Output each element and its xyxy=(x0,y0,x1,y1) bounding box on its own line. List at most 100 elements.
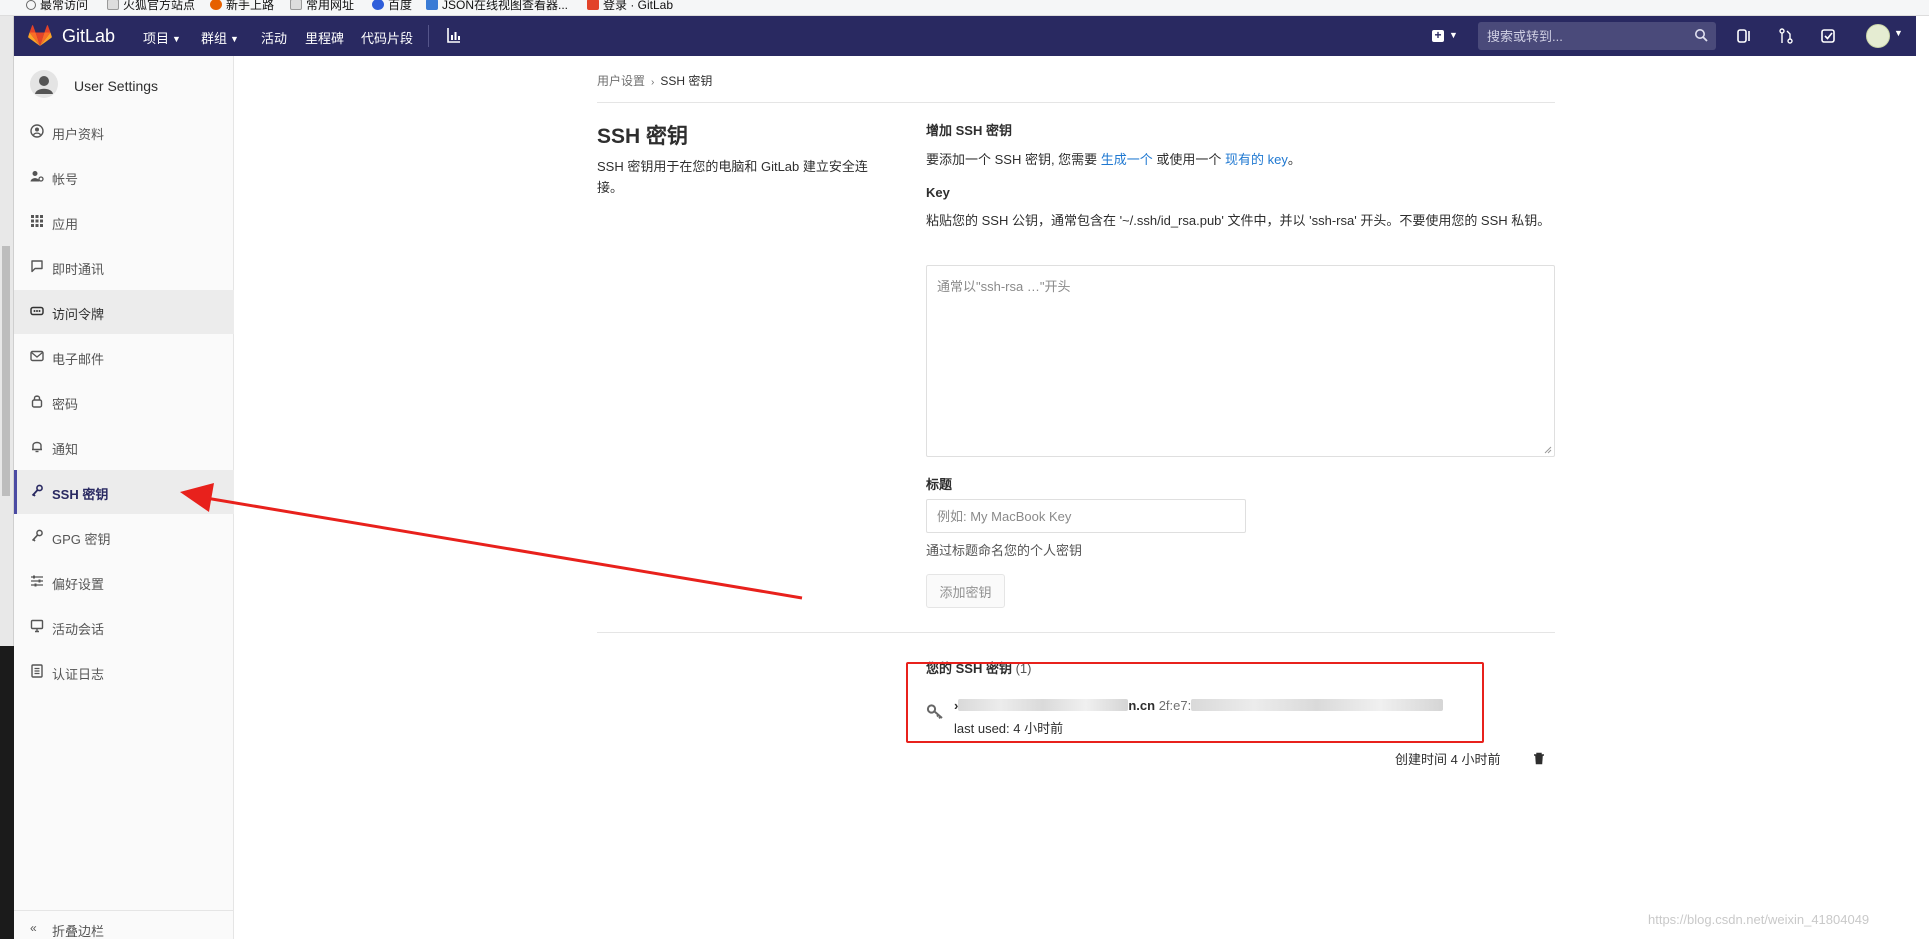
folder-icon xyxy=(290,0,302,10)
title-help-text: 通过标题命名您的个人密钥 xyxy=(926,543,1083,558)
chevron-down-icon[interactable]: ▼ xyxy=(1894,28,1903,38)
search-box[interactable] xyxy=(1478,22,1716,50)
nav-milestones[interactable]: 里程碑 xyxy=(305,28,344,47)
preferences-icon xyxy=(31,575,43,587)
add-key-heading: 增加 SSH 密钥 xyxy=(926,123,1012,138)
search-input[interactable] xyxy=(1478,22,1678,50)
issues-icon[interactable] xyxy=(1736,27,1752,45)
sidebar-item-account[interactable]: 帐号 xyxy=(14,155,234,199)
chevron-down-icon: ▼ xyxy=(1449,30,1458,40)
sidebar-item-label: 用户资料 xyxy=(52,127,105,142)
key-icon xyxy=(31,484,43,497)
generate-key-link[interactable]: 生成一个 xyxy=(1101,152,1153,167)
nav-groups[interactable]: 群组 ▼ xyxy=(201,28,239,47)
key-textarea[interactable] xyxy=(926,265,1555,457)
key-help-text: 粘贴您的 SSH 公钥，通常包含在 '~/.ssh/id_rsa.pub' 文件… xyxy=(926,213,1551,228)
merge-request-icon[interactable] xyxy=(1778,27,1794,45)
breadcrumb-current[interactable]: SSH 密钥 xyxy=(660,74,712,88)
plus-square-icon: + xyxy=(1432,29,1444,42)
chevron-right-icon: › xyxy=(651,77,655,88)
token-icon xyxy=(30,306,44,316)
key-label: Key xyxy=(926,185,950,200)
key-created-time: 创建时间 4 小时前 xyxy=(1395,752,1501,767)
trash-icon[interactable] xyxy=(1533,752,1545,765)
sidebar-item-label: GPG 密钥 xyxy=(52,532,111,547)
sidebar-item-access-tokens[interactable]: 访问令牌 xyxy=(14,290,234,334)
sidebar-item-chat[interactable]: 即时通讯 xyxy=(14,245,234,289)
sidebar-item-auth-log[interactable]: 认证日志 xyxy=(14,650,234,694)
page-title: SSH 密钥 xyxy=(597,125,689,148)
gitlab-icon xyxy=(587,0,599,10)
background-window xyxy=(0,646,14,939)
breadcrumb-parent[interactable]: 用户设置 xyxy=(597,74,645,88)
user-avatar[interactable] xyxy=(1866,24,1890,48)
sidebar-item-password[interactable]: 密码 xyxy=(14,380,234,424)
bookmarks-bar: 最常访问 火狐官方站点 新手上路 常用网址 百度 JSON在线视图查看器... … xyxy=(0,0,1929,16)
divider xyxy=(597,102,1555,103)
sidebar-item-preferences[interactable]: 偏好设置 xyxy=(14,560,234,604)
resize-grip-icon[interactable] xyxy=(1542,444,1552,454)
sidebar-item-active-sessions[interactable]: 活动会话 xyxy=(14,605,234,649)
folder-icon xyxy=(107,0,119,10)
nav-snippets[interactable]: 代码片段 xyxy=(361,28,413,47)
existing-key-link[interactable]: 现有的 key xyxy=(1225,152,1288,167)
sidebar-item-label: 认证日志 xyxy=(52,667,105,682)
account-icon xyxy=(30,171,44,182)
sidebar-item-label: 电子邮件 xyxy=(52,352,105,367)
json-icon xyxy=(426,0,438,10)
search-icon xyxy=(1695,29,1708,42)
log-icon xyxy=(31,664,43,678)
bookmark-json-viewer[interactable]: JSON在线视图查看器... xyxy=(426,0,568,13)
gear-icon xyxy=(26,0,36,10)
page-description: SSH 密钥用于在您的电脑和 GitLab 建立安全连接。 xyxy=(597,159,868,195)
sidebar-item-applications[interactable]: 应用 xyxy=(14,200,234,244)
sidebar-item-label: 通知 xyxy=(52,442,79,457)
bookmark-getting-started[interactable]: 新手上路 xyxy=(210,0,274,13)
watermark: https://blog.csdn.net/weixin_41804049 xyxy=(1648,912,1870,927)
profile-icon xyxy=(30,124,44,138)
sidebar-item-emails[interactable]: 电子邮件 xyxy=(14,335,234,379)
nav-activity[interactable]: 活动 xyxy=(261,28,287,47)
breadcrumb: 用户设置 › SSH 密钥 xyxy=(597,72,712,89)
sidebar-item-label: 应用 xyxy=(52,217,79,232)
notification-icon xyxy=(32,441,42,453)
sidebar-item-label: 访问令牌 xyxy=(52,307,105,322)
todo-icon[interactable] xyxy=(1820,27,1836,45)
sidebar-item-label: 帐号 xyxy=(52,172,79,187)
key-title-input[interactable] xyxy=(926,499,1246,533)
nav-projects[interactable]: 项目 ▼ xyxy=(143,28,181,47)
collapse-sidebar-button[interactable]: « 折叠边栏 xyxy=(14,910,234,939)
sidebar-item-label: SSH 密钥 xyxy=(52,487,109,502)
divider xyxy=(597,632,1555,633)
chevron-down-icon: ▼ xyxy=(230,34,239,44)
brand-name[interactable]: GitLab xyxy=(62,26,115,47)
sessions-icon xyxy=(30,619,44,633)
add-key-button[interactable]: 添加密钥 xyxy=(926,574,1005,608)
window-edge xyxy=(0,16,14,939)
bookmark-most-visited[interactable]: 最常访问 xyxy=(26,0,88,13)
chat-icon xyxy=(31,260,43,273)
bookmark-gitlab-login[interactable]: 登录 · GitLab xyxy=(587,0,673,13)
baidu-icon xyxy=(372,0,384,10)
arrow-annotation xyxy=(180,483,803,600)
settings-sidebar: User Settings 用户资料 帐号 应用 即时通讯 访问令牌 电子邮件 … xyxy=(14,56,234,939)
sidebar-item-label: 偏好设置 xyxy=(52,577,105,592)
scrollbar-track[interactable] xyxy=(2,246,10,496)
sidebar-item-gpg-keys[interactable]: GPG 密钥 xyxy=(14,515,234,559)
new-item-dropdown[interactable]: + ▼ xyxy=(1432,26,1458,42)
lock-icon xyxy=(31,395,43,408)
sidebar-item-label: 即时通讯 xyxy=(52,262,105,277)
email-icon xyxy=(30,350,44,362)
chart-icon[interactable] xyxy=(447,27,461,43)
bookmark-baidu[interactable]: 百度 xyxy=(372,0,412,13)
nav-divider xyxy=(428,25,429,47)
sidebar-item-ssh-keys[interactable]: SSH 密钥 xyxy=(14,470,234,514)
bookmark-common-sites[interactable]: 常用网址 xyxy=(290,0,354,13)
sidebar-item-notifications[interactable]: 通知 xyxy=(14,425,234,469)
gitlab-logo-icon[interactable] xyxy=(28,25,52,47)
chevron-down-icon: ▼ xyxy=(172,34,181,44)
bookmark-firefox-site[interactable]: 火狐官方站点 xyxy=(107,0,195,13)
sidebar-item-profile[interactable]: 用户资料 xyxy=(14,110,234,154)
add-key-intro: 要添加一个 SSH 密钥, 您需要 生成一个 或使用一个 现有的 key。 xyxy=(926,152,1301,167)
sidebar-header[interactable]: User Settings xyxy=(14,56,234,110)
